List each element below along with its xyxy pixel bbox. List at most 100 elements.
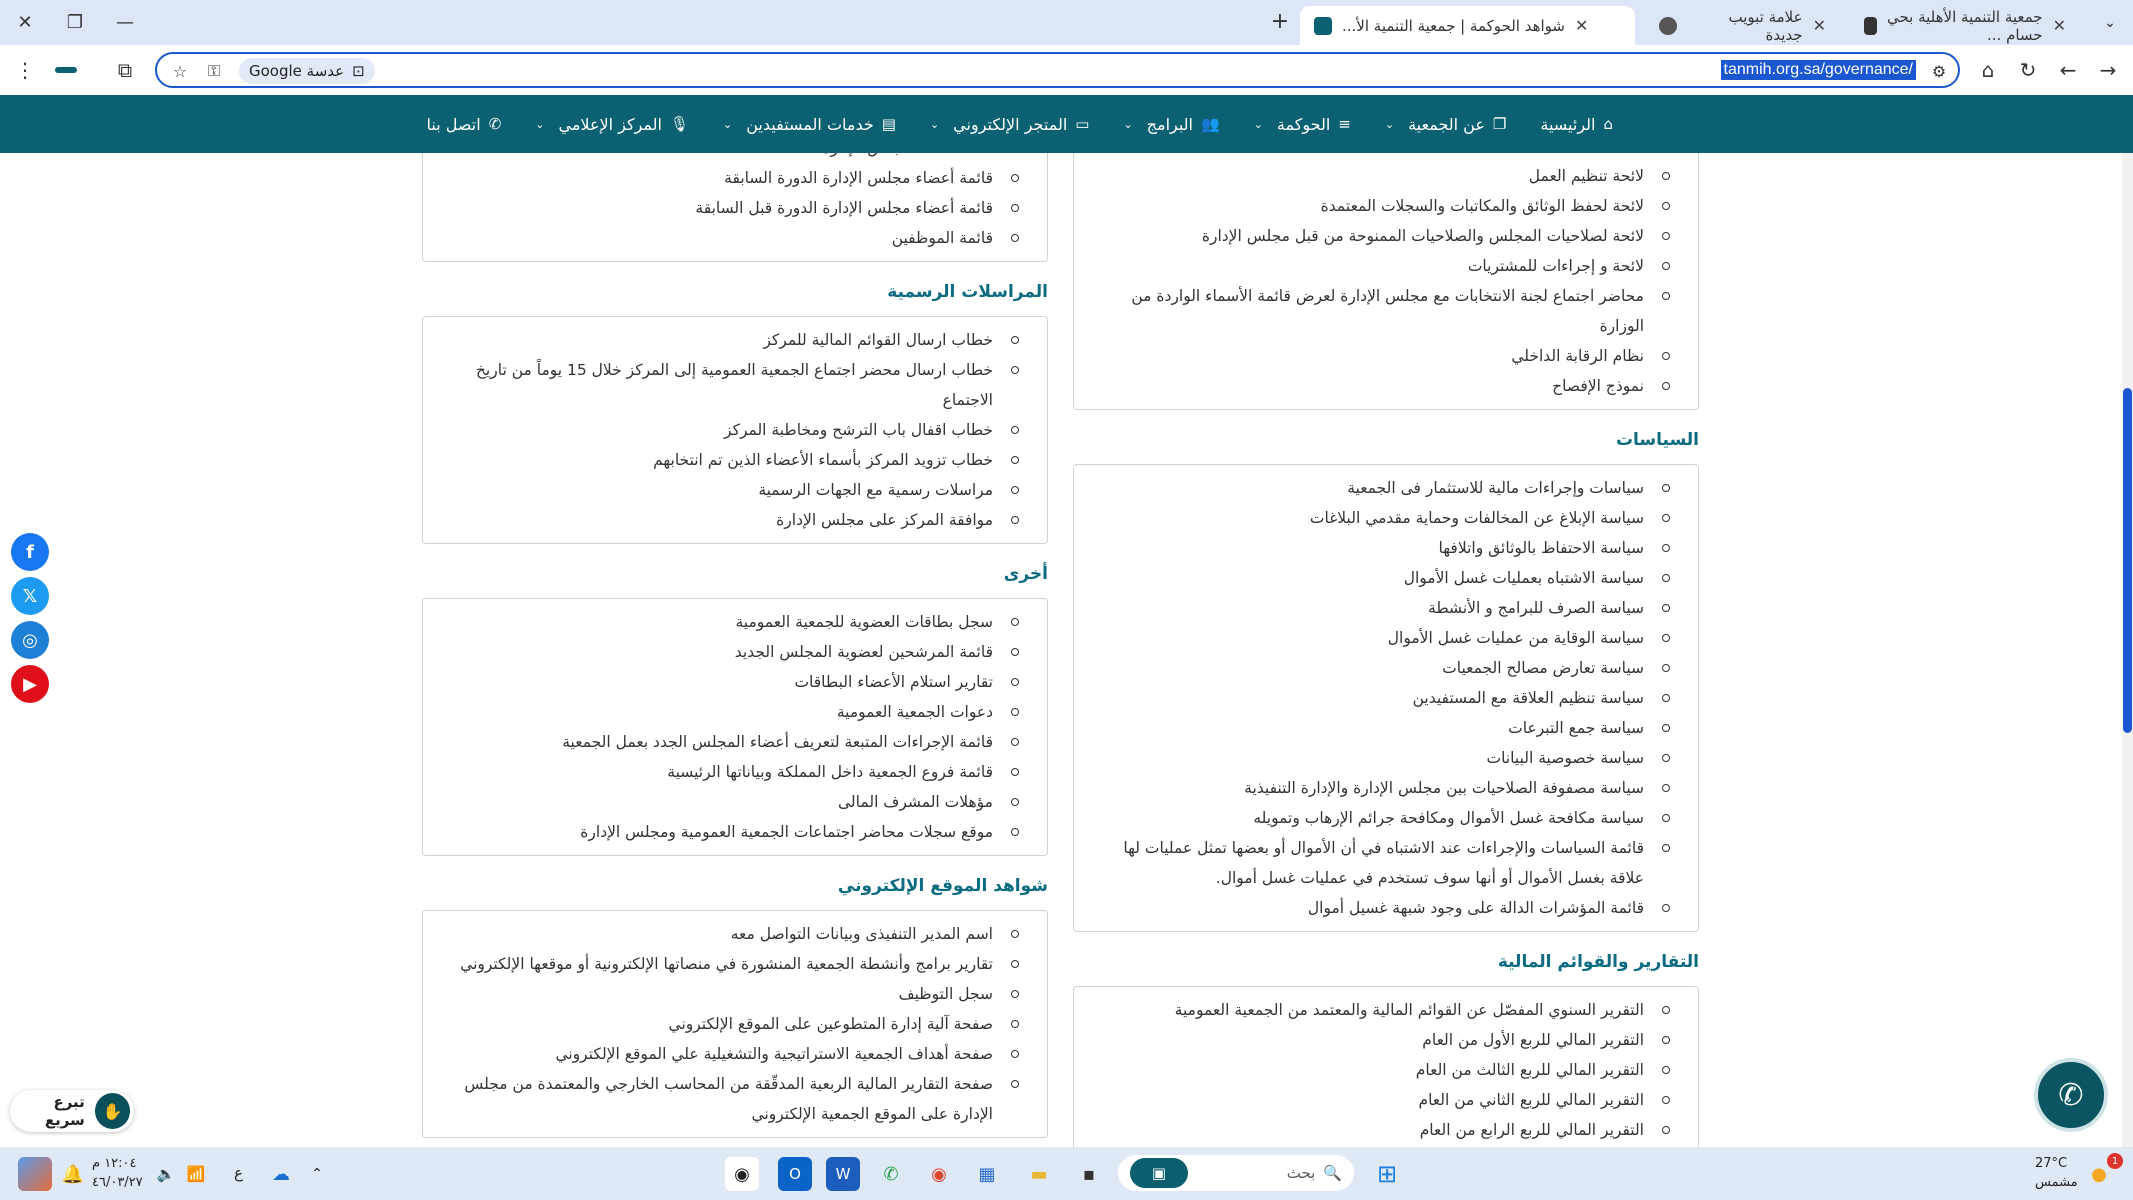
tab-governance[interactable]: شواهد الحوكمة | جمعية التنمية الأ... ✕ [1300,6,1635,45]
instagram-icon[interactable]: ◎ [11,621,49,659]
youtube-icon[interactable]: ▶ [11,665,49,703]
window-close-icon[interactable]: ✕ [0,0,50,45]
reload-icon[interactable]: ↻ [2013,55,2043,85]
nav-item-3[interactable]: 👥 البرامج ⌄ [1123,115,1219,134]
list-item[interactable]: قائمة السياسات والإجراءات عند الاشتباه ف… [1092,833,1670,893]
page-scrollbar-thumb[interactable] [2123,388,2132,733]
list-item[interactable]: اسم المدير التنفيذى وبيانات التواصل معه [441,919,1019,949]
list-item[interactable]: قائمة المؤشرات الدالة على وجود شبهة غسيل… [1092,893,1670,923]
x-twitter-icon[interactable]: 𝕏 [11,577,49,615]
list-item[interactable]: صفحة أهداف الجمعية الاستراتيجية والتشغيل… [441,1039,1019,1069]
list-item[interactable]: خطاب ارسال القوائم المالية للمركز [441,325,1019,355]
list-item[interactable]: سياسة الاشتباه بعمليات غسل الأموال [1092,563,1670,593]
list-item[interactable]: تقارير استلام الأعضاء البطاقات [441,667,1019,697]
nav-item-1[interactable]: ❐ عن الجمعية ⌄ [1385,115,1507,134]
home-icon[interactable]: ⌂ [1973,55,2003,85]
nav-item-5[interactable]: ▤ خدمات المستفيدين ⌄ [723,115,896,134]
list-item[interactable]: خطاب اقفال باب الترشح ومخاطبة المركز [441,415,1019,445]
list-item[interactable]: دعوات الجمعية العمومية [441,697,1019,727]
whatsapp-chat-icon[interactable]: ✆ [2034,1058,2108,1132]
tab-close-icon[interactable]: ✕ [1813,16,1826,35]
list-item[interactable]: نموذج الإفصاح [1092,371,1670,401]
taskbar-search[interactable]: 🔍 بحث ▣ [1118,1155,1354,1191]
new-tab-button[interactable]: + [1265,6,1295,36]
list-item[interactable]: التقرير المالي للربع الرابع من العام [1092,1115,1670,1145]
list-item[interactable]: قائمة الموظفين [441,223,1019,253]
list-item[interactable]: صفحة آلية إدارة المتطوعين على الموقع الإ… [441,1009,1019,1039]
list-item[interactable]: خطاب تزويد المركز بأسماء الأعضاء الذين ت… [441,445,1019,475]
widgets-weather-icon[interactable] [18,1157,52,1191]
list-item[interactable]: خطاب ارسال محضر اجتماع الجمعية العمومية … [441,355,1019,415]
list-item[interactable]: لائحة لحفظ الوثائق والمكاتبات والسجلات ا… [1092,191,1670,221]
list-item[interactable]: قائمة أعضاء مجلس الإدارة الدورة قبل السا… [441,193,1019,223]
forward-arrow-icon[interactable]: → [2093,55,2123,85]
list-item[interactable]: التقرير المالي للربع الثالث من العام [1092,1055,1670,1085]
tab-close-icon[interactable]: ✕ [2053,16,2066,35]
list-item[interactable]: موقع سجلات محاضر اجتماعات الجمعية العموم… [441,817,1019,847]
list-item[interactable]: موافقة المركز على مجلس الإدارة [441,505,1019,535]
list-item[interactable]: سجل بطاقات العضوية للجمعية العمومية [441,607,1019,637]
address-bar[interactable]: ☆ ⚿ ⊡ عدسة Google tanmih.org.sa/governan… [155,52,1960,88]
window-minimize-icon[interactable]: — [100,0,150,45]
nav-item-7[interactable]: ✆ اتصل بنا [427,115,502,134]
nav-item-4[interactable]: ▭ المتجر الإلكتروني ⌄ [930,115,1090,134]
list-item[interactable]: سياسة مصفوفة الصلاحيات بين مجلس الإدارة … [1092,773,1670,803]
terminal-icon[interactable]: ▪ [1072,1157,1106,1191]
list-item[interactable]: التقرير المالي للربع الثاني من العام [1092,1085,1670,1115]
tab-association-home[interactable]: جمعية التنمية الأهلية بحي حسام ... ✕ [1850,6,2080,45]
list-item[interactable]: سياسة تعارض مصالح الجمعيات [1092,653,1670,683]
list-item[interactable]: مراسلات رسمية مع الجهات الرسمية [441,475,1019,505]
list-item[interactable]: سياسة الوقاية من عمليات غسل الأموال [1092,623,1670,653]
wifi-icon[interactable]: 📶 [184,1157,208,1191]
list-item[interactable]: سياسة الصرف للبرامج و الأنشطة [1092,593,1670,623]
list-item[interactable]: محاضر اجتماع لجنة الانتخابات مع مجلس الإ… [1092,281,1670,341]
file-explorer-icon[interactable]: ▬ [1022,1157,1056,1191]
store-icon[interactable]: ▦ [970,1157,1004,1191]
whatsapp-taskbar-icon[interactable]: ✆ [874,1157,908,1191]
tab-search-chevron-down-icon[interactable]: ⌄ [2097,12,2123,34]
site-settings-tune-icon[interactable]: ⚙ [1926,58,1952,84]
profile-avatar[interactable] [48,55,84,85]
clock-time[interactable]: ١٢:٠٤ م [92,1156,137,1171]
start-windows-icon[interactable]: ⊞ [1370,1157,1404,1191]
clock-date[interactable]: ٤٦/٠٣/٢٧ [92,1175,143,1190]
volume-icon[interactable]: 🔈 [154,1157,178,1191]
list-item[interactable]: سياسة تنظيم العلاقة مع المستفيدين [1092,683,1670,713]
list-item[interactable]: التقرير السنوي المفصّل عن القوائم المالي… [1092,995,1670,1025]
list-item[interactable]: قائمة المرشحين لعضوية المجلس الجديد [441,637,1019,667]
password-key-icon[interactable]: ⚿ [201,58,227,84]
extensions-puzzle-icon[interactable]: ⧉ [110,55,140,85]
tab-close-icon[interactable]: ✕ [1575,16,1588,35]
word-icon[interactable]: W [826,1157,860,1191]
back-arrow-icon[interactable]: ← [2053,55,2083,85]
list-item[interactable]: سياسة الإبلاغ عن المخالفات وحماية مقدمي … [1092,503,1670,533]
list-item[interactable]: التقرير المالي للربع الأول من العام [1092,1025,1670,1055]
menu-kebab-icon[interactable]: ⋮ [10,55,40,85]
bookmark-star-icon[interactable]: ☆ [167,58,193,84]
list-item[interactable]: سياسة جمع التبرعات [1092,713,1670,743]
nav-item-0[interactable]: ⌂ الرئيسية [1540,115,1613,134]
list-item[interactable]: لائحة و إجراءات للمشتريات [1092,251,1670,281]
outlook-icon[interactable]: O [778,1157,812,1191]
list-item[interactable]: صفحة التقارير المالية الربعية المدقّقة م… [441,1069,1019,1129]
list-item[interactable]: قائمة فروع الجمعية داخل المملكة وبياناته… [441,757,1019,787]
list-item[interactable]: قائمة أعضاء مجلس الإدارة الدورة السابقة [441,163,1019,193]
list-item[interactable]: سياسة مكافحة غسل الأموال ومكافحة جرائم ا… [1092,803,1670,833]
list-item[interactable]: لائحة تنظيم العمل [1092,161,1670,191]
url-text[interactable]: tanmih.org.sa/governance/ [1720,60,1916,80]
onedrive-cloud-icon[interactable]: ☁ [268,1157,294,1191]
window-restore-icon[interactable]: ❐ [50,0,100,45]
list-item[interactable]: سياسات وإجراءات مالية للاستثمار فى الجمع… [1092,473,1670,503]
list-item[interactable]: سياسة خصوصية البيانات [1092,743,1670,773]
nav-item-2[interactable]: ≡ الحوكمة ⌄ [1254,115,1351,134]
list-item[interactable]: نظام الرقابة الداخلي [1092,341,1670,371]
list-item[interactable]: قائمة الإجراءات المتبعة لتعريف أعضاء الم… [441,727,1019,757]
chrome-taskbar-icon[interactable]: ◉ [922,1157,956,1191]
facebook-icon[interactable]: f [11,533,49,571]
notification-bell-icon[interactable]: 🔔 [62,1157,84,1191]
input-language[interactable]: ع [234,1164,243,1182]
chrome-profile-taskbar-icon[interactable]: ◉ [725,1157,759,1191]
list-item[interactable]: لائحة لصلاحيات المجلس والصلاحيات الممنوح… [1092,221,1670,251]
google-lens-chip[interactable]: ⊡ عدسة Google [239,58,375,84]
quick-donate-button[interactable]: تبرع سريع ✋ [10,1090,134,1132]
